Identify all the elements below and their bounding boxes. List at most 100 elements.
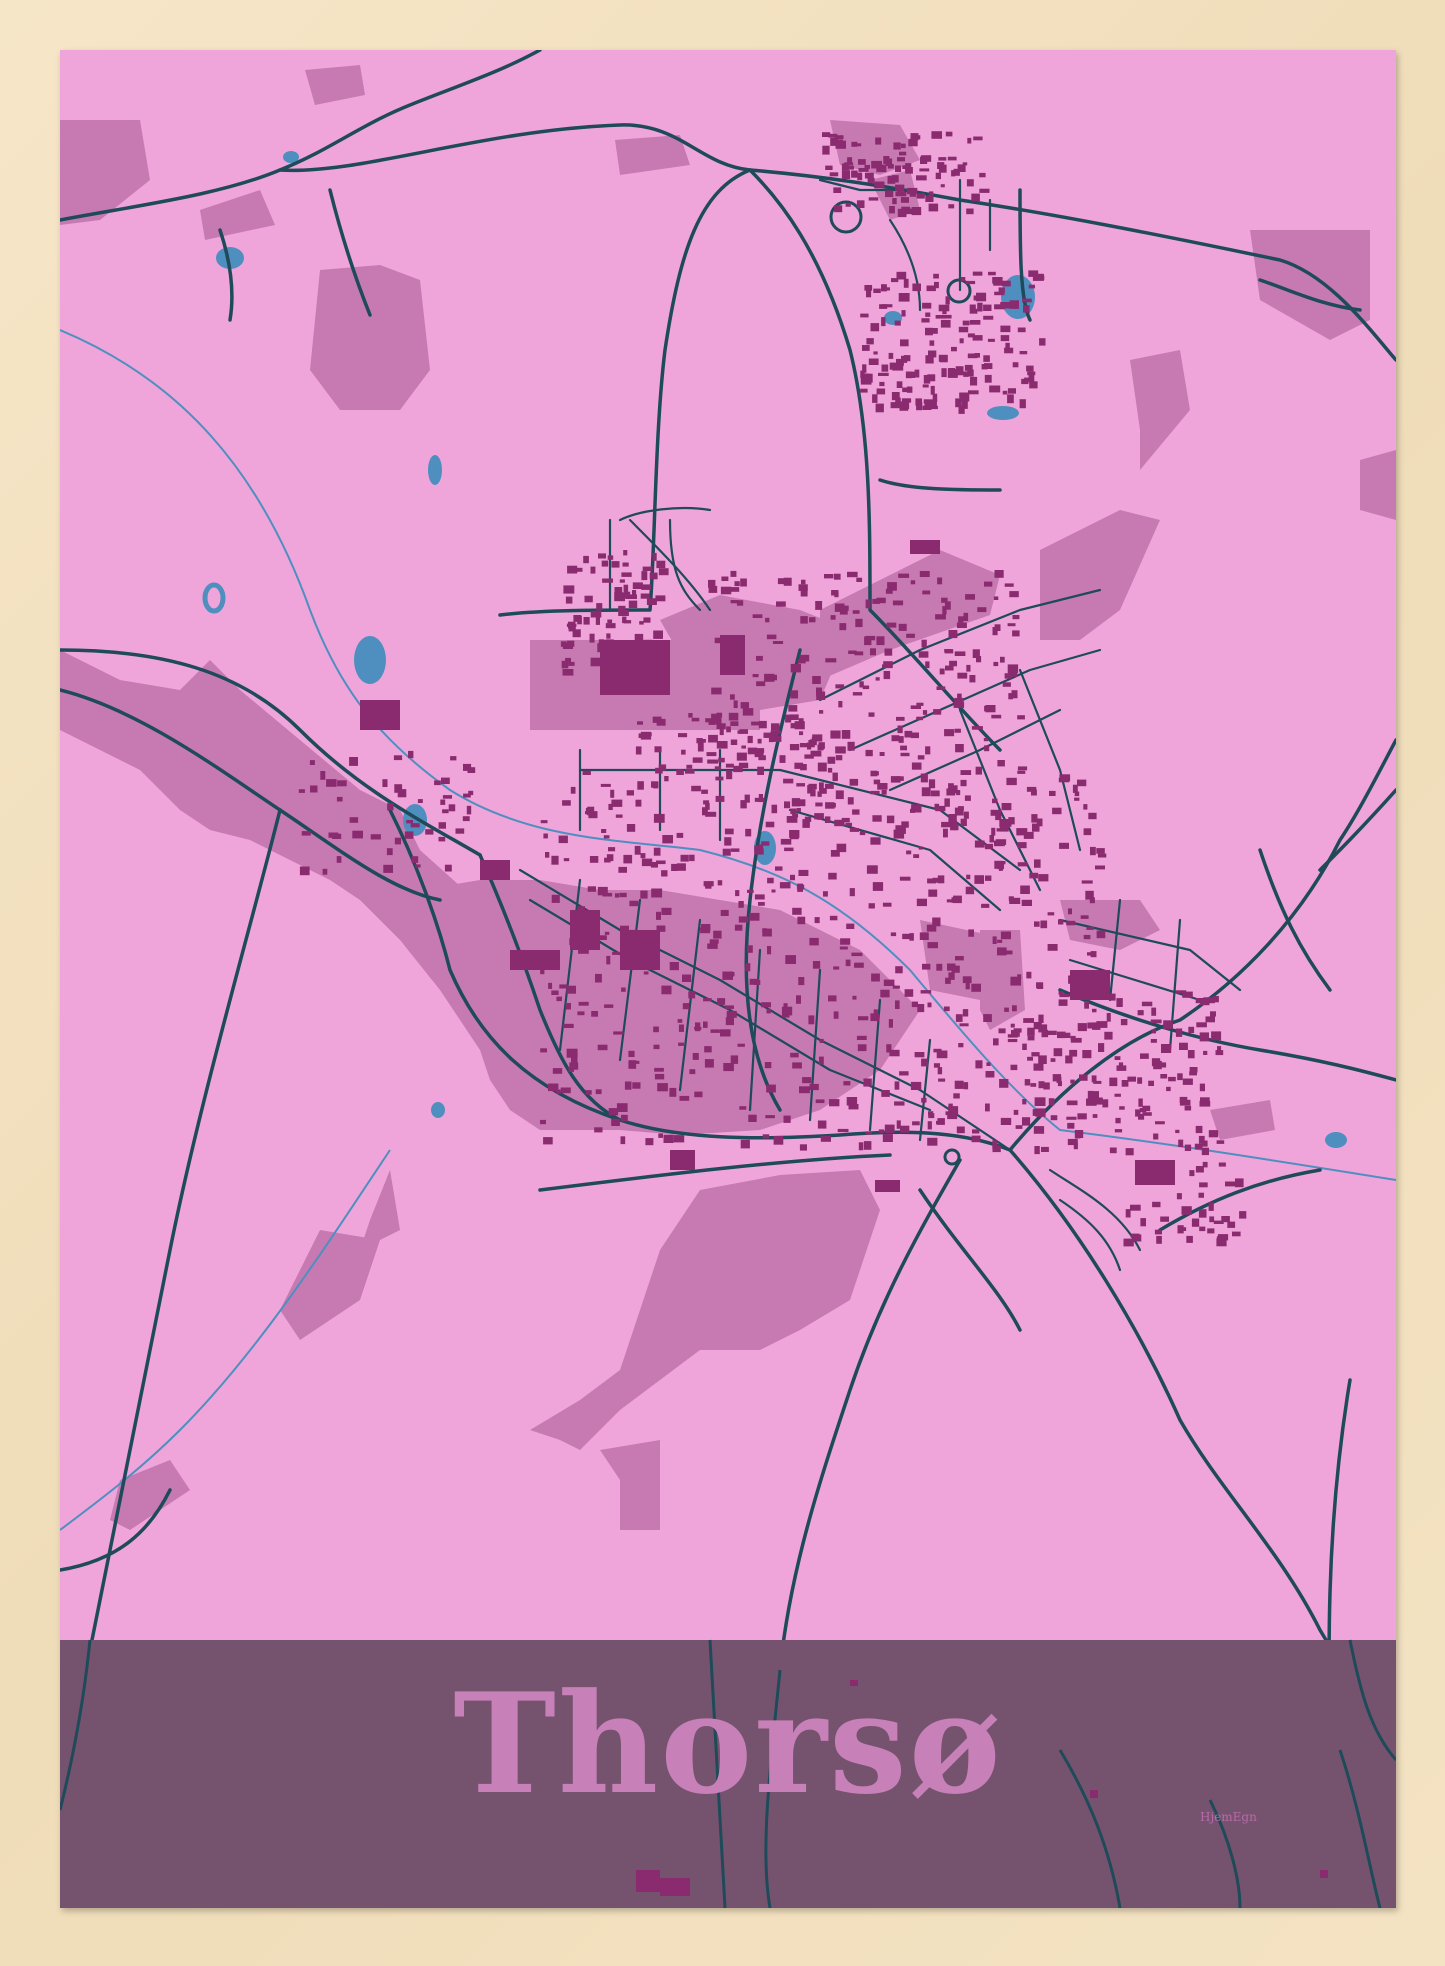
building — [928, 1113, 935, 1119]
building — [589, 856, 599, 863]
building — [857, 1044, 867, 1052]
building — [747, 735, 753, 744]
building — [1031, 789, 1037, 796]
building — [1188, 1026, 1195, 1033]
building — [567, 565, 578, 574]
building — [976, 292, 987, 302]
building — [969, 320, 974, 324]
building — [835, 790, 844, 800]
building — [937, 875, 945, 884]
building — [881, 364, 889, 372]
building — [620, 930, 660, 970]
building — [885, 588, 893, 594]
building — [1191, 1218, 1200, 1227]
building — [786, 816, 798, 823]
building — [711, 687, 722, 695]
building — [940, 184, 945, 188]
building — [919, 571, 930, 577]
building — [964, 364, 973, 371]
building — [673, 1135, 685, 1143]
building — [875, 403, 884, 413]
building — [417, 799, 423, 803]
building — [900, 745, 907, 751]
building — [749, 912, 760, 921]
building — [1027, 1035, 1035, 1041]
building — [548, 1083, 559, 1092]
building — [450, 756, 457, 761]
building — [796, 884, 805, 890]
building — [883, 671, 891, 680]
building — [655, 767, 663, 774]
building — [871, 973, 880, 982]
building — [725, 763, 734, 768]
building — [945, 665, 954, 671]
building — [914, 369, 920, 378]
building — [1093, 1080, 1102, 1084]
building — [1217, 1046, 1222, 1054]
building — [966, 664, 971, 672]
building — [551, 990, 559, 995]
building — [1160, 1074, 1168, 1079]
building — [780, 838, 792, 845]
building — [870, 323, 880, 332]
building — [688, 713, 693, 718]
building — [1098, 1043, 1105, 1052]
building — [966, 179, 974, 187]
building — [623, 854, 633, 864]
building — [882, 304, 893, 308]
building — [883, 156, 890, 164]
building — [603, 835, 610, 839]
building — [726, 1010, 737, 1018]
building — [387, 803, 394, 811]
building — [840, 938, 851, 945]
building — [1096, 848, 1105, 854]
building — [722, 971, 733, 980]
building — [619, 579, 625, 583]
building — [825, 783, 834, 789]
building — [921, 639, 927, 648]
building — [818, 742, 825, 749]
building — [1194, 1143, 1203, 1150]
building — [858, 1016, 869, 1021]
building — [1177, 1073, 1183, 1081]
building — [623, 584, 629, 593]
building — [970, 376, 978, 386]
building — [639, 621, 644, 625]
building — [383, 864, 393, 873]
building — [621, 572, 632, 577]
building — [817, 762, 827, 772]
building — [596, 603, 603, 611]
building — [1007, 1034, 1018, 1038]
building — [406, 820, 413, 824]
building — [725, 1017, 734, 1026]
building — [825, 658, 837, 663]
building — [1207, 1228, 1215, 1234]
building — [1008, 693, 1013, 700]
building — [410, 823, 420, 828]
building — [1031, 814, 1038, 823]
building — [660, 1878, 690, 1896]
building — [864, 172, 874, 179]
building — [568, 1067, 574, 1072]
building — [394, 784, 403, 793]
building — [602, 578, 613, 583]
building — [1010, 1064, 1018, 1071]
building — [741, 745, 746, 749]
building — [849, 888, 855, 897]
building — [1198, 1209, 1207, 1218]
building — [1068, 908, 1072, 915]
building — [872, 598, 880, 604]
building — [608, 1108, 619, 1116]
building — [728, 712, 739, 721]
building — [968, 929, 974, 937]
building — [757, 766, 764, 775]
building — [349, 757, 358, 766]
building — [783, 778, 794, 784]
building — [1070, 970, 1110, 1000]
building — [758, 902, 765, 906]
building — [1196, 1022, 1207, 1028]
building — [977, 607, 987, 613]
building — [884, 648, 893, 656]
building — [767, 877, 774, 884]
building — [718, 757, 725, 763]
